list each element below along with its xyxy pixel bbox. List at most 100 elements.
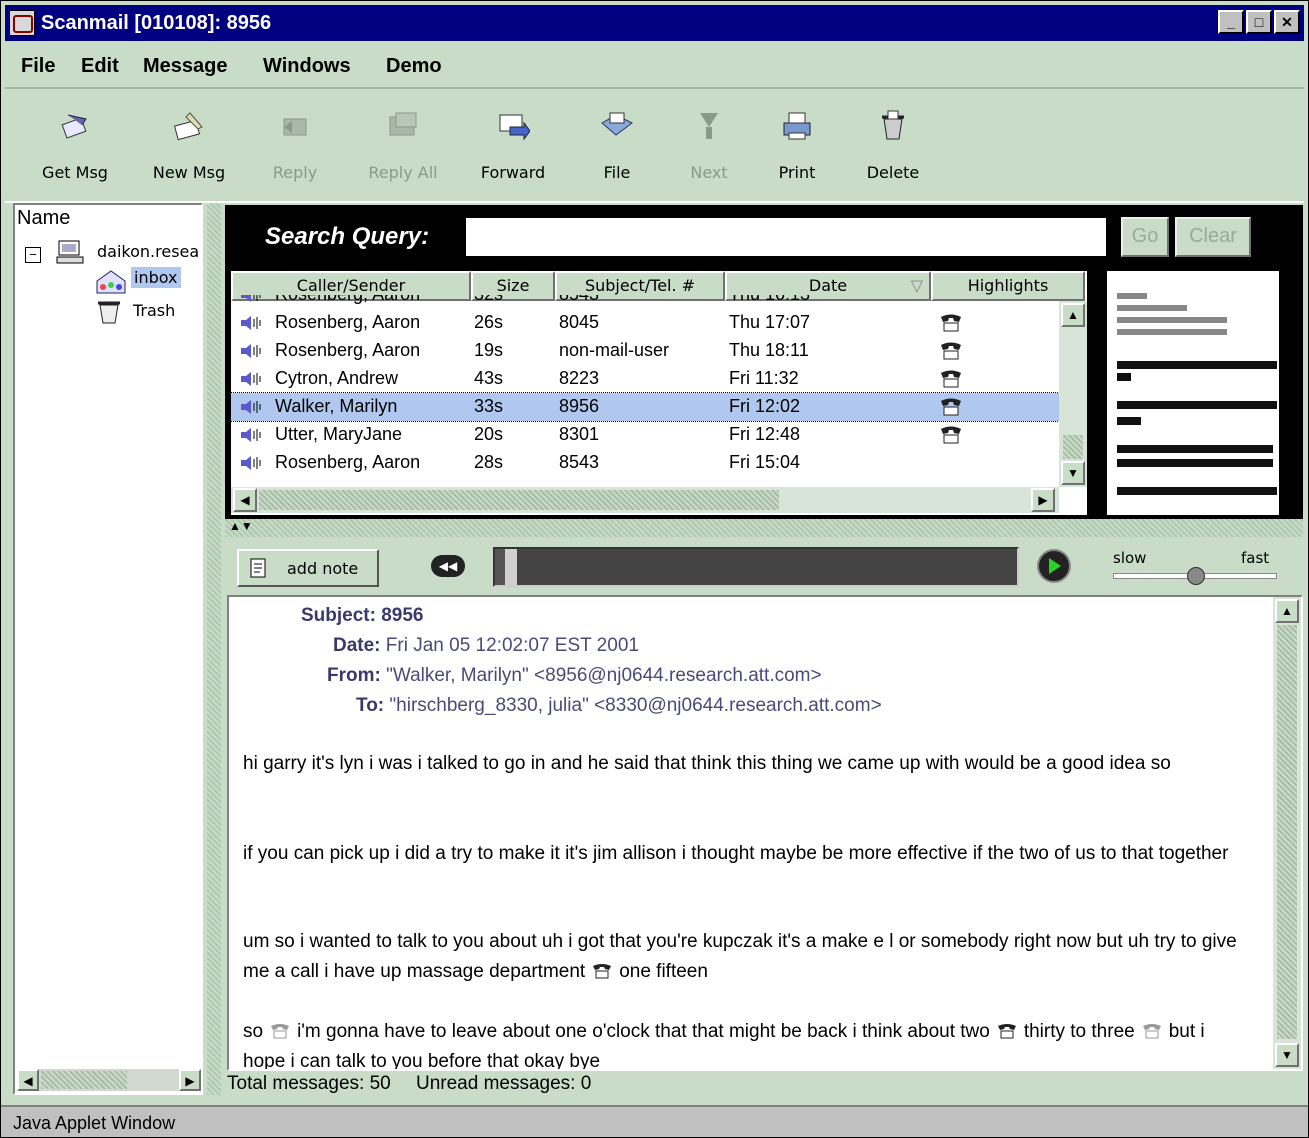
table-vertical-scrollbar[interactable]: ▲ ▼: [1059, 301, 1087, 487]
speaker-icon: [241, 295, 261, 302]
phone-number-icon[interactable]: [591, 963, 613, 979]
scanmail-app-icon[interactable]: [9, 10, 35, 36]
menu-message[interactable]: Message: [143, 55, 228, 78]
tree-horizontal-scrollbar[interactable]: ◀ ▶: [17, 1069, 201, 1091]
table-row[interactable]: Cytron, Andrew 43s 8223 Fri 11:32: [231, 365, 1059, 393]
row-subject: 8543: [559, 452, 600, 472]
speaker-icon: [241, 400, 261, 414]
row-size: 26s: [474, 312, 504, 332]
message-list-panel: Caller/Sender Size Subject/Tel. # Date ▽…: [225, 269, 1303, 519]
table-row[interactable]: Rosenberg, Aaron 19s non-mail-user Thu 18:1…: [231, 337, 1059, 365]
tree-scroll-right-button[interactable]: ▶: [179, 1069, 201, 1091]
phone-highlight-icon: [941, 342, 961, 360]
play-button[interactable]: [1037, 549, 1071, 583]
tree-root-label[interactable]: daikon.resea: [97, 242, 199, 261]
speed-fast-label: fast: [1241, 549, 1270, 567]
row-sender: Cytron, Andrew: [275, 368, 399, 388]
reply-all-button[interactable]: Reply All: [353, 97, 453, 193]
table-hscroll-thumb[interactable]: [259, 490, 779, 510]
tree-scroll-left-button[interactable]: ◀: [17, 1069, 39, 1091]
message-table: Caller/Sender Size Subject/Tel. # Date ▽…: [231, 271, 1087, 515]
row-sender: Rosenberg, Aaron: [275, 312, 421, 332]
menu-file[interactable]: File: [21, 55, 55, 78]
message-scroll-up-button[interactable]: ▲: [1275, 599, 1299, 623]
row-subject: non-mail-user: [559, 340, 670, 360]
close-button[interactable]: ✕: [1274, 10, 1300, 34]
print-button[interactable]: Print: [747, 97, 847, 193]
computer-icon: [56, 240, 84, 264]
split-arrows-icon[interactable]: ▲▼: [229, 519, 253, 533]
next-button[interactable]: Next: [659, 97, 759, 193]
clear-button[interactable]: Clear: [1175, 217, 1251, 257]
header-to: To: "hirschberg_8330, julia" <8330@nj064…: [356, 695, 882, 716]
message-scroll-down-button[interactable]: ▼: [1275, 1043, 1299, 1067]
horizontal-split-divider[interactable]: ▲▼: [225, 519, 1303, 537]
tree-scroll-thumb[interactable]: [41, 1071, 127, 1089]
note-icon: [250, 558, 266, 578]
next-icon: [700, 113, 718, 139]
row-subject: 8045: [559, 312, 600, 332]
phone-number-icon[interactable]: [996, 1023, 1018, 1039]
row-date: Fri 12:02: [729, 396, 801, 416]
row-date: Fri 12:48: [729, 424, 801, 444]
add-note-button[interactable]: add note: [237, 549, 379, 587]
row-date: Thu 17:07: [729, 312, 811, 332]
reply-button[interactable]: Reply: [245, 97, 345, 193]
speed-slider[interactable]: [1113, 567, 1277, 585]
file-button[interactable]: File: [567, 97, 667, 193]
menu-windows[interactable]: Windows: [263, 55, 351, 78]
table-row[interactable]: Utter, MaryJane 20s 8301 Fri 12:48: [231, 421, 1059, 449]
get-msg-button[interactable]: Get Msg: [25, 97, 125, 193]
play-icon: [1049, 558, 1061, 574]
status-bar: Total messages: 50 Unread messages: 0: [227, 1073, 591, 1095]
delete-button[interactable]: Delete: [843, 97, 943, 193]
go-button[interactable]: Go: [1121, 217, 1169, 257]
search-input[interactable]: [465, 217, 1107, 257]
phone-number-icon[interactable]: [1141, 1023, 1163, 1039]
speaker-icon: [241, 456, 261, 470]
table-horizontal-scrollbar[interactable]: ◀ ▶: [231, 487, 1059, 513]
row-sender: Rosenberg, Aaron: [275, 452, 421, 472]
message-overview-minimap[interactable]: [1107, 271, 1279, 515]
table-scroll-thumb[interactable]: [1063, 435, 1083, 459]
message-body-pane: Subject: 8956 Date: Fri Jan 05 12:02:07 …: [227, 595, 1303, 1071]
forward-icon: [499, 114, 530, 141]
get-msg-icon: [61, 114, 87, 139]
tree-collapse-toggle[interactable]: −: [25, 247, 41, 263]
table-scroll-down-button[interactable]: ▼: [1061, 461, 1085, 485]
transcript-paragraph: if you can pick up i did a try to make i…: [243, 843, 1229, 864]
phone-number-icon[interactable]: [269, 1023, 291, 1039]
rewind-button[interactable]: ◀◀: [431, 555, 465, 577]
table-scroll-right-button[interactable]: ▶: [1031, 488, 1055, 512]
row-date: Thu 18:11: [729, 340, 809, 360]
row-size: 28s: [474, 452, 504, 472]
folder-inbox[interactable]: inbox: [131, 267, 181, 288]
transcript-paragraph: hi garry it's lyn i was i talked to go i…: [243, 753, 1171, 774]
message-vertical-scrollbar[interactable]: ▲ ▼: [1273, 597, 1301, 1069]
table-row-partial[interactable]: Rosenberg, Aaron 32s 8543 Thu 16:13: [231, 295, 1059, 309]
vertical-split-divider[interactable]: [207, 203, 221, 1095]
table-scroll-left-button[interactable]: ◀: [233, 488, 257, 512]
new-msg-button[interactable]: New Msg: [139, 97, 239, 193]
row-size: 33s: [474, 396, 504, 416]
maximize-button[interactable]: □: [1246, 10, 1272, 34]
table-row[interactable]: Walker, Marilyn 33s 8956 Fri 12:02: [231, 392, 1060, 422]
table-scroll-up-button[interactable]: ▲: [1061, 303, 1085, 327]
folder-trash[interactable]: Trash: [133, 301, 175, 320]
minimize-button[interactable]: _: [1218, 10, 1244, 34]
playback-progress-bar[interactable]: [493, 547, 1019, 587]
menu-demo[interactable]: Demo: [386, 55, 442, 78]
table-row[interactable]: Rosenberg, Aaron 28s 8543 Fri 15:04: [231, 449, 1059, 477]
menu-edit[interactable]: Edit: [81, 55, 119, 78]
speed-slider-handle[interactable]: [1187, 567, 1205, 585]
forward-button[interactable]: Forward: [463, 97, 563, 193]
phone-highlight-icon: [941, 314, 961, 332]
audio-player: add note ◀◀ slow fast: [225, 537, 1303, 595]
unread-messages-count: Unread messages: 0: [415, 1073, 592, 1094]
message-scroll-thumb[interactable]: [1277, 625, 1297, 1039]
table-row[interactable]: Rosenberg, Aaron 26s 8045 Thu 17:07: [231, 309, 1059, 337]
search-bar: Search Query: Go Clear: [225, 205, 1303, 269]
row-subject: 8956: [559, 396, 600, 416]
playback-position-handle[interactable]: [505, 549, 517, 585]
menu-bar: File Edit Message Windows Demo: [5, 45, 1304, 85]
